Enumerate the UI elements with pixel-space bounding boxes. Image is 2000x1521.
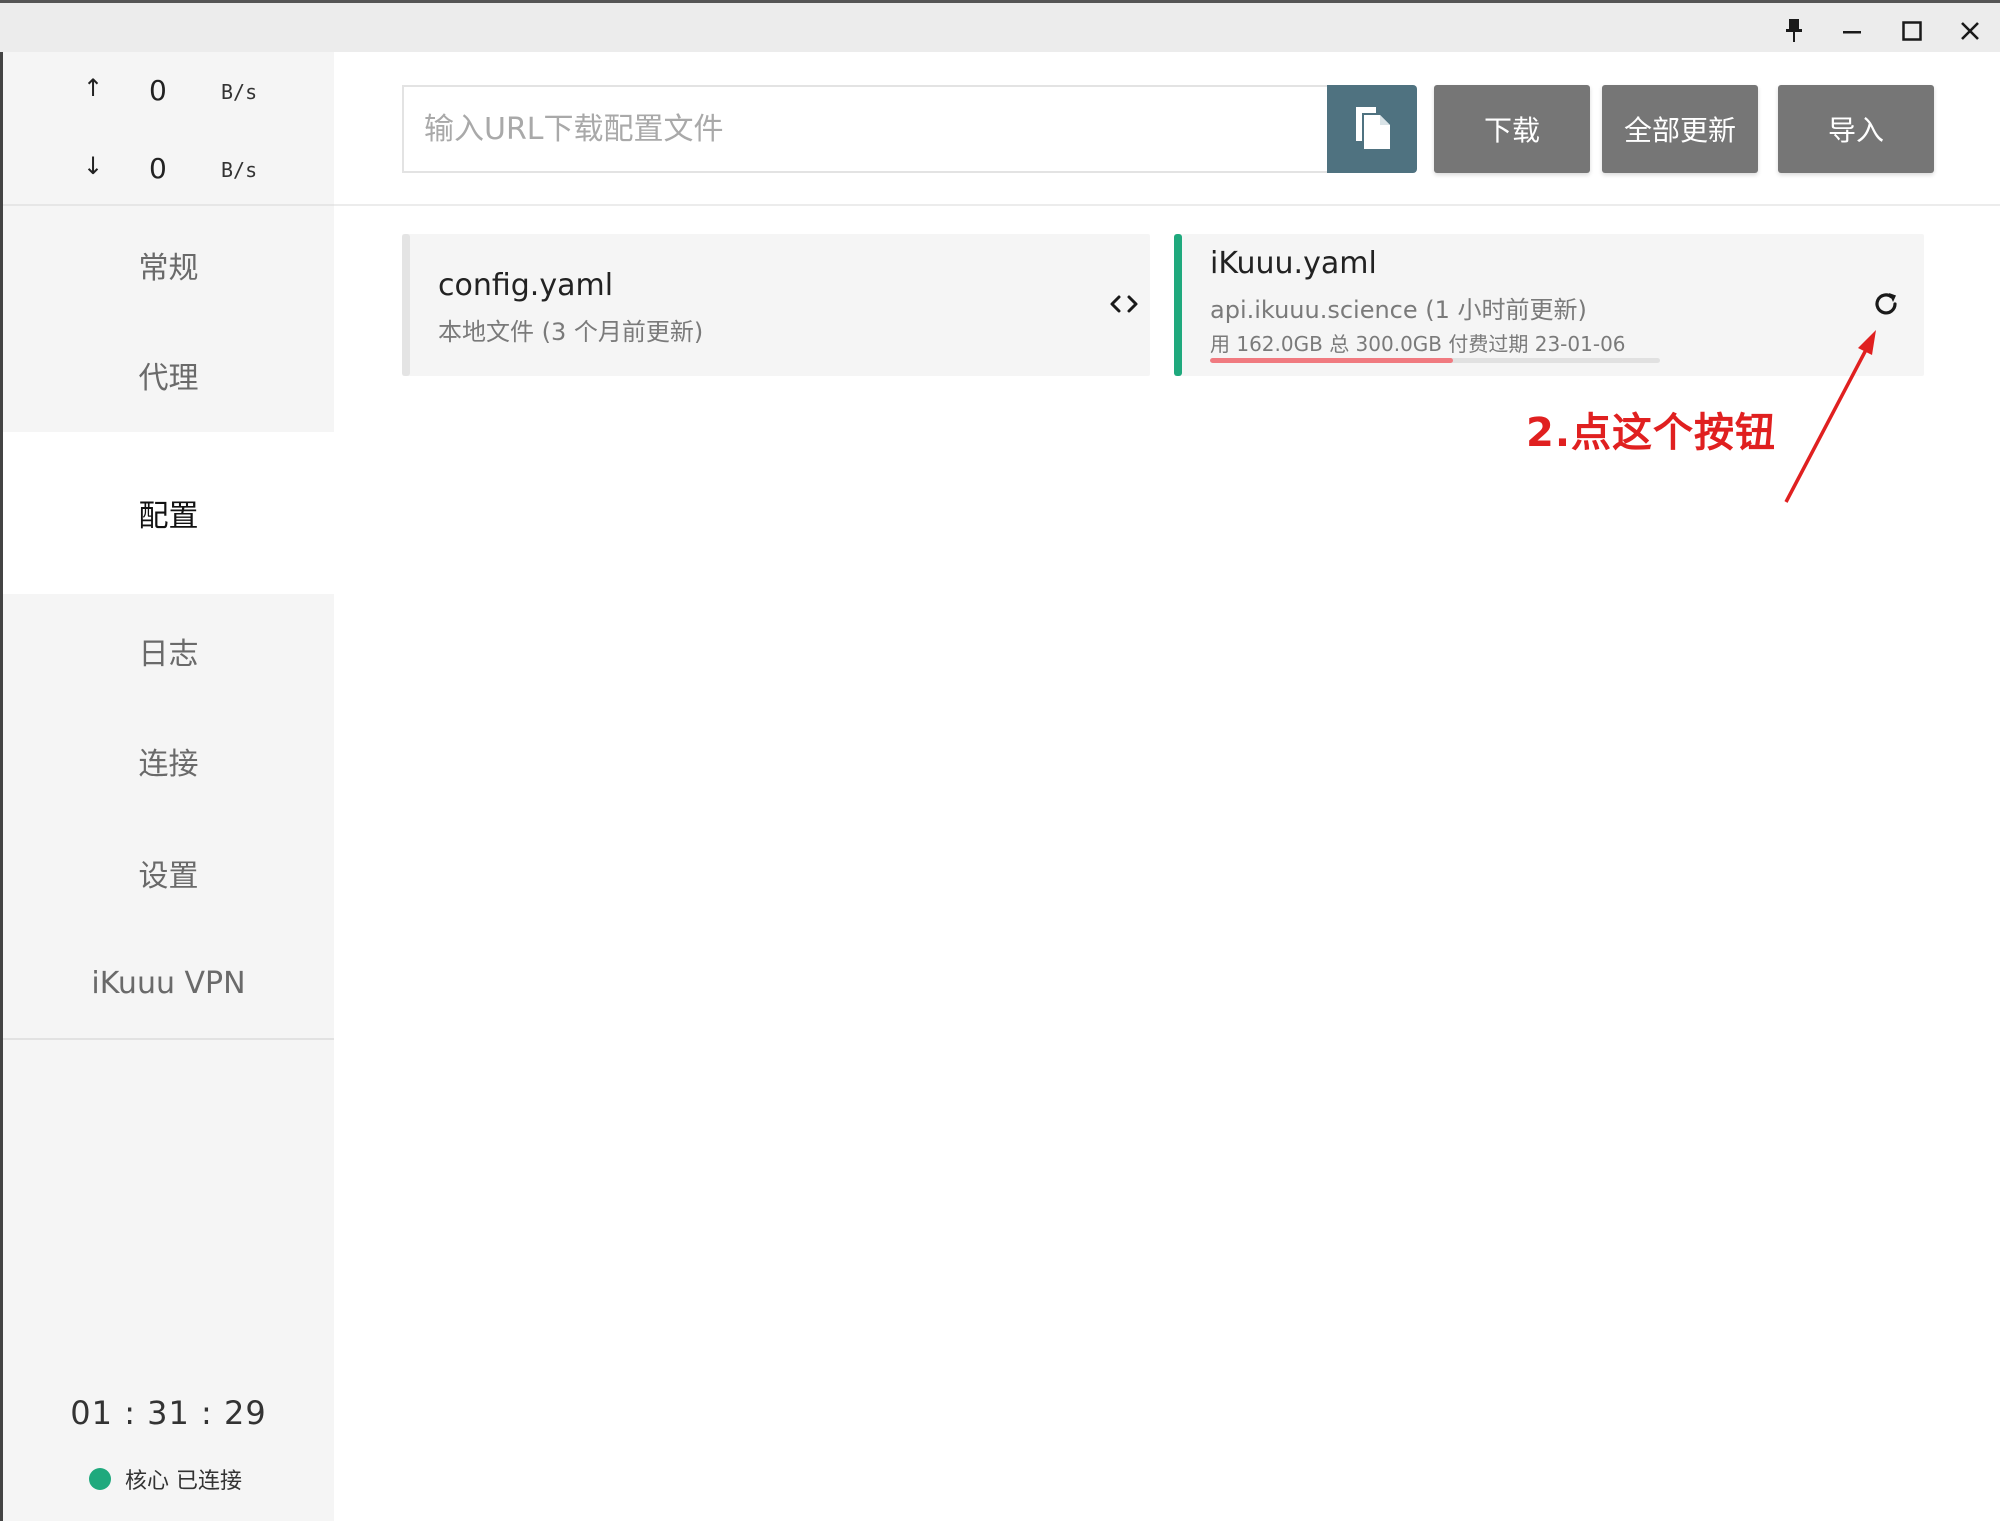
download-speed-value: 0 (149, 152, 167, 185)
refresh-icon[interactable] (1868, 286, 1904, 322)
close-icon[interactable] (1948, 11, 1992, 51)
minimize-icon[interactable] (1830, 11, 1874, 51)
uptime-timer: 01 : 31 : 29 (70, 1394, 267, 1432)
profile-subtitle: api.ikuuu.science (1 小时前更新) (1210, 296, 1587, 324)
upload-arrow-icon: ↑ (83, 74, 104, 102)
sidebar-item-general[interactable]: 常规 (3, 210, 334, 320)
maximize-icon[interactable] (1890, 11, 1934, 51)
download-button[interactable]: 下载 (1434, 85, 1590, 173)
profile-usage: 用 162.0GB 总 300.0GB 付费过期 23-01-06 (1210, 332, 1626, 356)
sidebar-item-profiles[interactable]: 配置 (3, 432, 334, 594)
pin-icon[interactable] (1772, 11, 1816, 51)
download-speed-unit: B/s (221, 158, 258, 182)
profile-card-remote[interactable]: iKuuu.yaml api.ikuuu.science (1 小时前更新) 用… (1174, 234, 1924, 376)
upload-speed-unit: B/s (221, 80, 258, 104)
paste-icon (1350, 103, 1394, 156)
download-arrow-icon: ↓ (83, 152, 104, 180)
profile-subtitle: 本地文件 (3 个月前更新) (438, 318, 704, 346)
sidebar-item-logs[interactable]: 日志 (3, 596, 334, 706)
core-status-label: 核心 已连接 (125, 1469, 242, 1494)
download-speed: ↓ 0 B/s (3, 152, 334, 192)
url-input[interactable] (402, 85, 1328, 173)
paste-button[interactable] (1327, 85, 1417, 173)
sidebar-item-proxy[interactable]: 代理 (3, 320, 334, 430)
sidebar-item-ikuuu-vpn[interactable]: iKuuu VPN (3, 928, 334, 1038)
profile-indicator-bar (402, 234, 410, 376)
annotation-text: 2.点这个按钮 (1526, 410, 1777, 456)
title-bar (0, 0, 2000, 52)
profile-name: iKuuu.yaml (1210, 246, 1377, 281)
upload-speed: ↑ 0 B/s (3, 74, 334, 114)
sidebar-item-connections[interactable]: 连接 (3, 706, 334, 816)
profile-indicator-bar-active (1174, 234, 1182, 376)
main-panel: 下载 全部更新 导入 config.yaml 本地文件 (3 个月前更新) iK… (334, 52, 2000, 1521)
sidebar: ↑ 0 B/s ↓ 0 B/s 常规 代理 配置 日志 连接 设置 iKuuu … (0, 52, 334, 1521)
upload-speed-value: 0 (149, 74, 167, 107)
usage-progress-fill (1210, 358, 1453, 363)
core-status[interactable]: 核心 已连接 (89, 1463, 242, 1495)
traffic-speed-panel: ↑ 0 B/s ↓ 0 B/s (3, 52, 334, 206)
profile-card-local[interactable]: config.yaml 本地文件 (3 个月前更新) (402, 234, 1150, 376)
code-icon[interactable] (1104, 284, 1144, 324)
usage-progress-track (1210, 358, 1660, 363)
profile-name: config.yaml (438, 268, 614, 303)
status-dot-icon (89, 1468, 111, 1490)
sidebar-item-settings[interactable]: 设置 (3, 818, 334, 928)
update-all-button[interactable]: 全部更新 (1602, 85, 1758, 173)
import-button[interactable]: 导入 (1778, 85, 1934, 173)
toolbar-divider (334, 204, 2000, 206)
